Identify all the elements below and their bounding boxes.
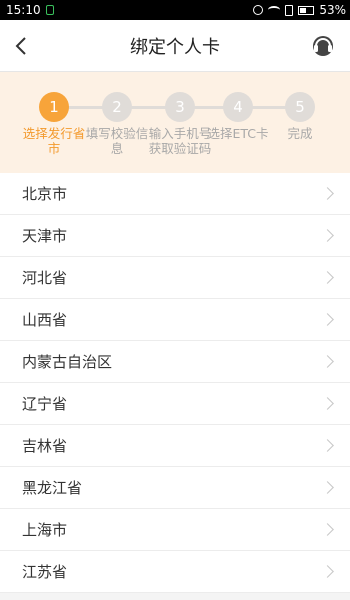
step-3: 3 输入手机号获取验证码	[148, 92, 212, 156]
back-button[interactable]	[0, 20, 42, 72]
list-item[interactable]: 内蒙古自治区	[0, 341, 350, 383]
list-item[interactable]: 黑龙江省	[0, 467, 350, 509]
province-name: 黑龙江省	[22, 479, 83, 497]
list-item[interactable]: 天津市	[0, 215, 350, 257]
wifi-icon	[268, 6, 281, 14]
battery-percent: 53%	[319, 3, 346, 17]
step-1: 1 选择发行省市	[22, 92, 86, 156]
page-title: 绑定个人卡	[130, 36, 220, 58]
step-2: 2 填写校验信息	[85, 92, 149, 156]
province-name: 辽宁省	[22, 395, 68, 413]
list-item[interactable]: 山西省	[0, 299, 350, 341]
sim-icon	[285, 4, 294, 16]
chevron-right-icon	[321, 187, 334, 200]
chevron-right-icon	[321, 313, 334, 326]
list-item[interactable]: 吉林省	[0, 425, 350, 467]
province-name: 吉林省	[22, 437, 68, 455]
step-number: 5	[285, 92, 315, 122]
chevron-right-icon	[321, 523, 334, 536]
header: 绑定个人卡	[0, 20, 350, 72]
province-name: 天津市	[22, 227, 68, 245]
chevron-right-icon	[321, 481, 334, 494]
chevron-right-icon	[321, 271, 334, 284]
step-number: 1	[39, 92, 69, 122]
list-item[interactable]: 上海市	[0, 509, 350, 551]
step-label: 选择发行省市	[22, 126, 86, 156]
province-list: 北京市 天津市 河北省 山西省 内蒙古自治区 辽宁省 吉林省 黑龙江省 上海市 …	[0, 173, 350, 593]
chevron-left-icon	[15, 36, 26, 55]
province-name: 江苏省	[22, 563, 68, 581]
step-number: 3	[165, 92, 195, 122]
step-number: 4	[223, 92, 253, 122]
step-label: 选择ETC卡	[207, 126, 269, 141]
chevron-right-icon	[321, 439, 334, 452]
chevron-right-icon	[321, 565, 334, 578]
chevron-right-icon	[321, 397, 334, 410]
battery-icon	[298, 5, 315, 15]
list-item[interactable]: 江苏省	[0, 551, 350, 593]
status-bar: 15:10 53%	[0, 0, 350, 20]
step-number: 2	[102, 92, 132, 122]
province-name: 上海市	[22, 521, 68, 539]
step-label: 输入手机号获取验证码	[148, 126, 212, 156]
step-4: 4 选择ETC卡	[206, 92, 270, 141]
progress-steps: 1 选择发行省市 2 填写校验信息 3 输入手机号获取验证码 4 选择ETC卡 …	[0, 72, 350, 173]
list-item[interactable]: 北京市	[0, 173, 350, 215]
chevron-right-icon	[321, 355, 334, 368]
province-name: 山西省	[22, 311, 68, 329]
headset-icon[interactable]	[310, 33, 336, 59]
status-time: 15:10	[6, 3, 41, 17]
province-name: 河北省	[22, 269, 68, 287]
list-item[interactable]: 河北省	[0, 257, 350, 299]
notification-icon	[45, 5, 54, 15]
province-name: 北京市	[22, 185, 68, 203]
step-label: 填写校验信息	[85, 126, 149, 156]
chevron-right-icon	[321, 229, 334, 242]
step-label: 完成	[287, 126, 313, 141]
list-item[interactable]: 辽宁省	[0, 383, 350, 425]
step-5: 5 完成	[268, 92, 332, 141]
province-name: 内蒙古自治区	[22, 353, 113, 371]
vibrate-icon	[253, 5, 264, 15]
